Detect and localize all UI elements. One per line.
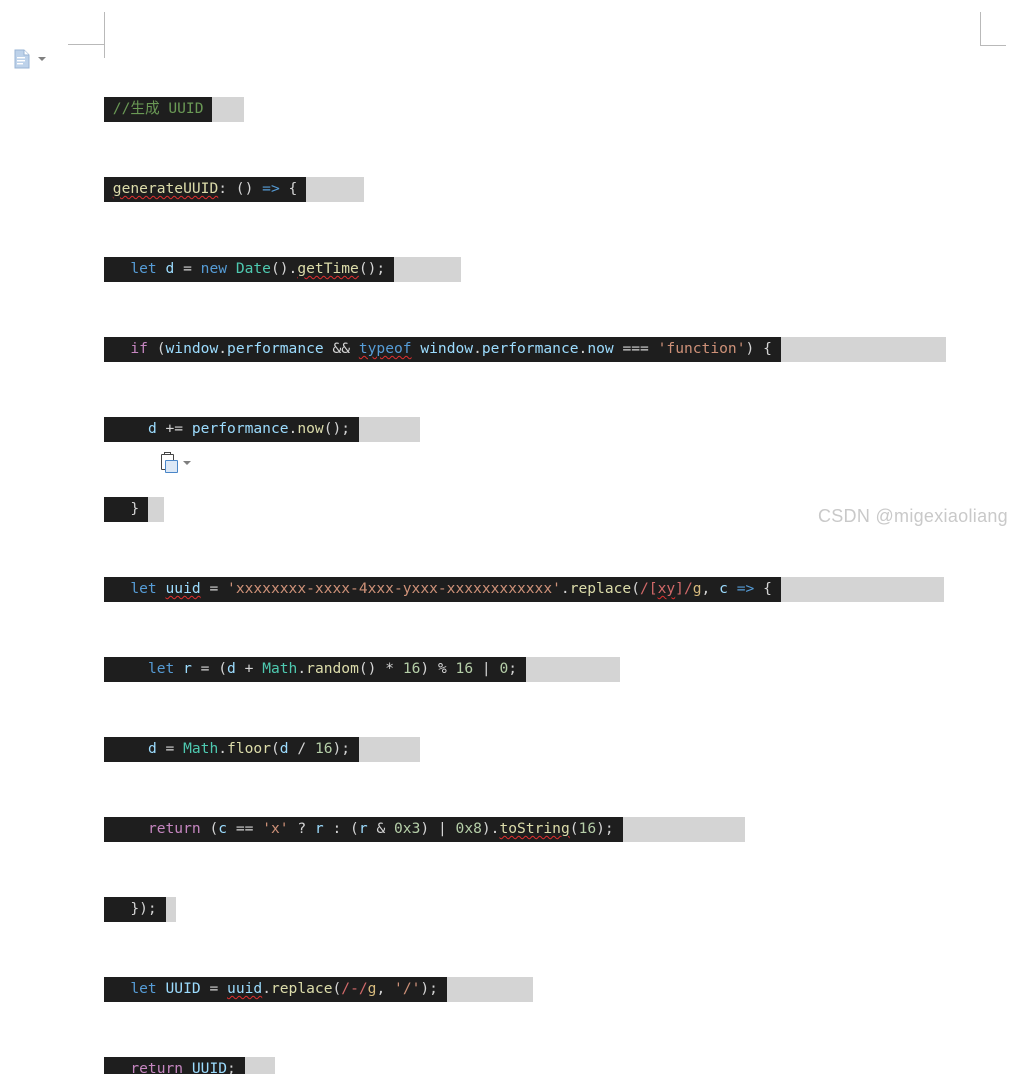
code-line-content: //生成 UUID (104, 97, 213, 122)
chevron-down-icon[interactable] (183, 461, 191, 465)
code-line-content: let d = new Date().getTime(); (104, 257, 395, 282)
code-line-content: d += performance.now(); (104, 417, 359, 442)
code-line: //生成 UUID (104, 95, 781, 124)
code-line: if (window.performance && typeof window.… (104, 335, 946, 364)
top-margin-guide (68, 44, 104, 45)
code-line: let r = (d + Math.random() * 16) % 16 | … (104, 655, 781, 684)
code-line: return UUID; (104, 1055, 781, 1074)
code-line: } (104, 495, 781, 524)
code-line: let UUID = uuid.replace(/-/g, '/'); (104, 975, 781, 1004)
code-line-content: return UUID; (104, 1057, 245, 1074)
code-line-content: generateUUID: () => { (104, 177, 307, 202)
code-line-content: if (window.performance && typeof window.… (104, 337, 781, 362)
code-line-content: return (c == 'x' ? r : (r & 0x3) | 0x8).… (104, 817, 623, 842)
code-line-content: let UUID = uuid.replace(/-/g, '/'); (104, 977, 447, 1002)
document-page: //生成 UUID generateUUID: () => { let d = … (0, 0, 1026, 1074)
chevron-down-icon[interactable] (38, 57, 46, 61)
code-line-content: let uuid = 'xxxxxxxx-xxxx-4xxx-yxxx-xxxx… (104, 577, 781, 602)
code-line: generateUUID: () => { (104, 175, 781, 204)
code-line-content: let r = (d + Math.random() * 16) % 16 | … (104, 657, 526, 682)
right-margin-marker (980, 12, 1006, 46)
watermark-text: CSDN @migexiaoliang (817, 506, 1008, 526)
code-line-content: } (104, 497, 148, 522)
pasted-code-block: //生成 UUID generateUUID: () => { let d = … (104, 44, 946, 1074)
code-line: d += performance.now(); (104, 415, 781, 444)
code-line: d = Math.floor(d / 16); (104, 735, 781, 764)
code-line: let d = new Date().getTime(); (104, 255, 781, 284)
code-line: return (c == 'x' ? r : (r & 0x3) | 0x8).… (104, 815, 781, 844)
code-line-content: d = Math.floor(d / 16); (104, 737, 359, 762)
paste-format-icon-group[interactable] (14, 49, 46, 69)
clipboard-icon[interactable] (160, 452, 178, 473)
paste-options-button[interactable] (160, 452, 191, 473)
code-line: let uuid = 'xxxxxxxx-xxxx-4xxx-yxxx-xxxx… (104, 575, 944, 604)
code-line-content: }); (104, 897, 166, 922)
document-icon[interactable] (14, 49, 30, 69)
code-line: }); (104, 895, 781, 924)
